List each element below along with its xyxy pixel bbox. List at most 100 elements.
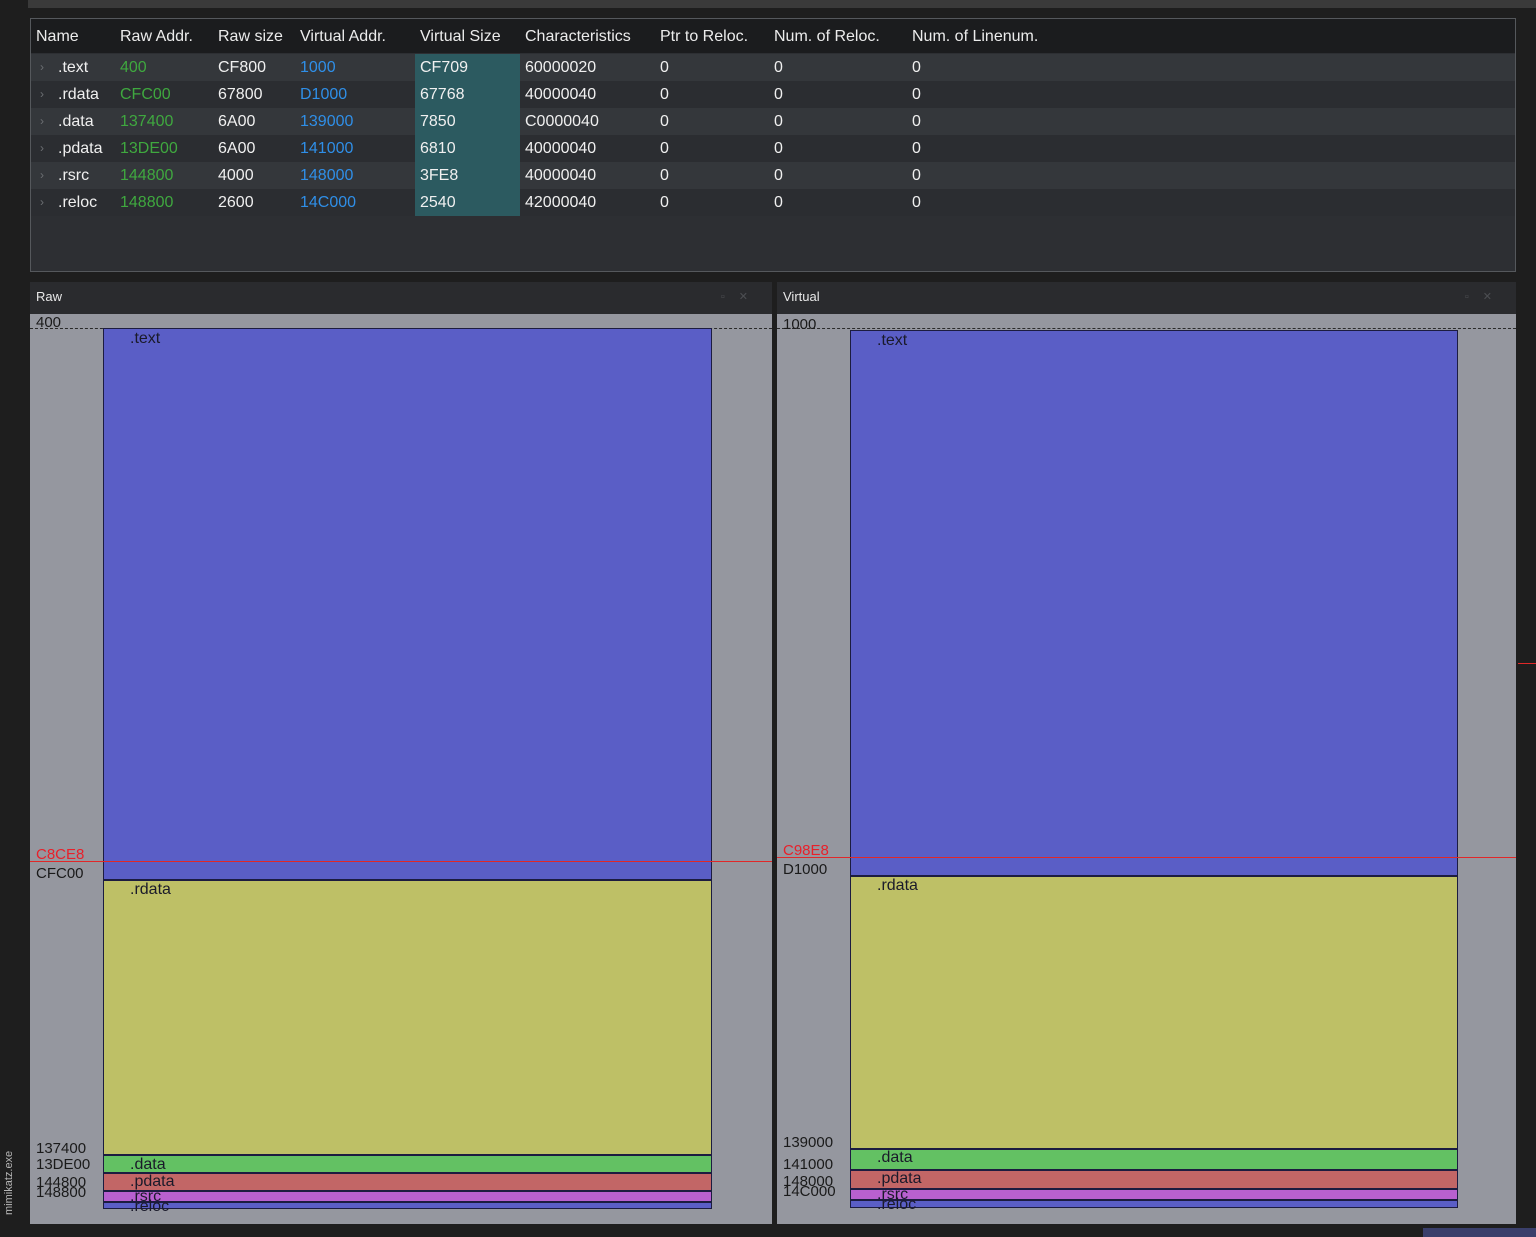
virtual-panel-header: Virtual ▫✕ [777,282,1516,314]
cell-characteristics: 40000040 [525,86,597,103]
right-edge-marker [1518,663,1536,664]
cell-raw-addr: 137400 [120,113,174,130]
cell-raw-size: 6A00 [218,140,256,157]
cell-num-of-reloc: 0 [774,167,783,184]
bottom-right-button[interactable] [1423,1228,1536,1237]
virtual-block-text[interactable]: .text [850,330,1458,876]
table-row[interactable]: › .rdata CFC00 67800 D1000 67768 40000040 0 0 0 [31,81,1515,108]
cell-raw-size: 2600 [218,194,254,211]
cell-num-of-linenum: 0 [912,86,921,103]
column-header-virtual-addr[interactable]: Virtual Addr. [295,19,386,53]
cell-ptr-to-reloc: 0 [660,140,669,157]
cell-num-of-linenum: 0 [912,113,921,130]
cell-num-of-linenum: 0 [912,59,921,76]
virtual-block-pdata[interactable]: .pdata [850,1170,1458,1189]
cell-virtual-addr: 141000 [300,140,354,157]
raw-addr-label-rdata: CFC00 [36,865,84,882]
column-header-raw-size[interactable]: Raw size [213,19,283,53]
cell-characteristics: 42000040 [525,194,597,211]
virtual-block-text-label: .text [877,332,908,349]
virtual-addr-label-rdata: D1000 [783,861,828,878]
cell-characteristics: 40000040 [525,167,597,184]
column-header-raw-addr[interactable]: Raw Addr. [115,19,193,53]
cell-virtual-size: 2540 [415,189,520,216]
virtual-start-line [777,328,1516,329]
cell-ptr-to-reloc: 0 [660,194,669,211]
raw-block-pdata[interactable]: .pdata [103,1173,712,1191]
raw-panel-header: Raw ▫✕ [30,282,772,314]
table-row[interactable]: › .reloc 148800 2600 14C000 2540 42000040 0 0 0 [31,189,1515,216]
virtual-block-data-label: .data [877,1149,913,1166]
raw-addr-label-data: 137400 [36,1140,87,1157]
cell-virtual-size: 7850 [415,108,520,135]
section-table: Name Raw Addr. Raw size Virtual Addr. Vi… [30,18,1516,272]
virtual-block-rdata[interactable]: .rdata [850,876,1458,1149]
column-header-num-of-reloc[interactable]: Num. of Reloc. [769,19,880,53]
raw-marker-label: C8CE8 [36,846,85,863]
chevron-right-icon[interactable]: › [40,135,44,162]
cell-name: .rsrc [58,167,90,184]
chevron-right-icon[interactable]: › [40,54,44,81]
chevron-right-icon[interactable]: › [40,108,44,135]
cell-ptr-to-reloc: 0 [660,59,669,76]
column-header-ptr-to-reloc[interactable]: Ptr to Reloc. [655,19,748,53]
virtual-panel-title: Virtual [783,289,820,304]
raw-block-rsrc[interactable]: .rsrc [103,1189,712,1205]
pin-icon[interactable]: ▫ [721,291,739,303]
raw-start-label: 400 [36,314,62,331]
cell-virtual-size: CF709 [415,54,520,81]
file-side-tab[interactable]: mimikatz.exe [0,0,28,1237]
column-header-virtual-size[interactable]: Virtual Size [415,19,501,53]
cell-name: .data [58,113,94,130]
cell-raw-addr: 144800 [120,167,174,184]
cell-num-of-linenum: 0 [912,140,921,157]
pin-icon[interactable]: ▫ [1465,291,1483,303]
cell-virtual-size: 3FE8 [415,162,520,189]
raw-block-reloc[interactable]: .reloc [103,1199,712,1215]
virtual-block-rsrc[interactable]: .rsrc [850,1187,1458,1203]
table-row[interactable]: › .text 400 CF800 1000 CF709 60000020 0 0 0 [31,54,1515,81]
raw-block-text[interactable]: .text [103,328,712,880]
raw-addr-label-pdata: 13DE00 [36,1156,91,1173]
raw-block-rdata[interactable]: .rdata [103,880,712,1155]
cell-raw-size: 4000 [218,167,254,184]
virtual-block-reloc-label: .reloc [877,1196,917,1213]
table-row[interactable]: › .rsrc 144800 4000 148000 3FE8 40000040 0 0 0 [31,162,1515,189]
cell-num-of-reloc: 0 [774,113,783,130]
cell-virtual-addr: 14C000 [300,194,357,211]
cell-num-of-reloc: 0 [774,59,783,76]
virtual-block-data[interactable]: .data [850,1149,1458,1170]
cell-raw-addr: CFC00 [120,86,171,103]
chevron-right-icon[interactable]: › [40,189,44,216]
cell-ptr-to-reloc: 0 [660,167,669,184]
cell-raw-size: CF800 [218,59,267,76]
cell-num-of-linenum: 0 [912,167,921,184]
cell-raw-addr: 400 [120,59,147,76]
close-icon[interactable]: ✕ [739,291,762,303]
raw-block-data[interactable]: .data [103,1155,712,1173]
cell-raw-addr: 148800 [120,194,174,211]
virtual-addr-label-reloc: 14C000 [783,1183,836,1200]
close-icon[interactable]: ✕ [1483,291,1506,303]
cell-num-of-reloc: 0 [774,86,783,103]
table-row[interactable]: › .pdata 13DE00 6A00 141000 6810 40000040 0 0 0 [31,135,1515,162]
virtual-addr-label-pdata: 141000 [783,1156,834,1173]
column-header-name[interactable]: Name [31,19,79,53]
virtual-start-label: 1000 [783,316,817,333]
cell-characteristics: 60000020 [525,59,597,76]
column-header-characteristics[interactable]: Characteristics [520,19,631,53]
virtual-panel-buttons: ▫✕ [1465,282,1506,312]
raw-marker-line [30,861,772,862]
cell-virtual-addr: D1000 [300,86,348,103]
virtual-block-pdata-label: .pdata [877,1170,922,1187]
virtual-block-reloc[interactable]: .reloc [850,1197,1458,1213]
chevron-right-icon[interactable]: › [40,81,44,108]
cell-name: .rdata [58,86,99,103]
cell-ptr-to-reloc: 0 [660,113,669,130]
column-header-num-of-linenum[interactable]: Num. of Linenum. [907,19,1038,53]
cell-virtual-addr: 148000 [300,167,354,184]
cell-num-of-linenum: 0 [912,194,921,211]
file-tab-label: mimikatz.exe [3,1150,15,1215]
chevron-right-icon[interactable]: › [40,162,44,189]
table-row[interactable]: › .data 137400 6A00 139000 7850 C0000040 0 0 0 [31,108,1515,135]
